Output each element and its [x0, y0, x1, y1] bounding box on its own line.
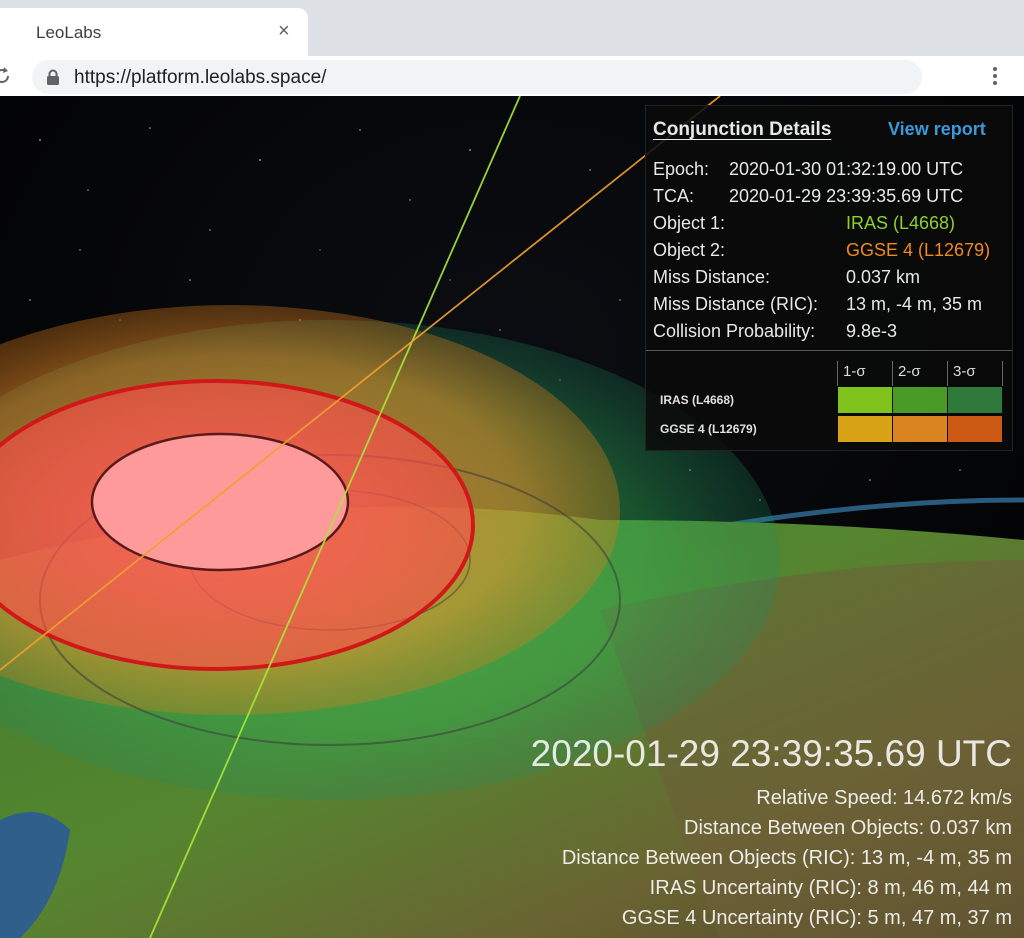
panel-title: Conjunction Details — [653, 119, 832, 140]
url-text: https://platform.leolabs.space/ — [74, 67, 327, 88]
epoch-label: Epoch: — [653, 159, 710, 179]
panel-divider — [646, 350, 1012, 351]
tca-value: 2020-01-29 23:39:35.69 UTC — [729, 186, 964, 206]
sigma-divider — [837, 361, 838, 386]
miss-distance-value: 0.037 km — [846, 267, 921, 287]
iras-uncertainty: IRAS Uncertainty (RIC): 8 m, 46 m, 44 m — [649, 877, 1012, 899]
tca-label: TCA: — [653, 186, 695, 206]
sigma-divider — [947, 361, 948, 386]
sigma-divider — [892, 361, 893, 386]
object1-value: IRAS (L4668) — [846, 213, 956, 233]
view-report-link[interactable]: View report — [888, 119, 986, 140]
sigma-divider — [1002, 361, 1003, 386]
uncertainty-swatch — [838, 387, 892, 413]
uncertainty-swatch — [838, 416, 892, 442]
relative-speed: Relative Speed: 14.672 km/s — [756, 787, 1012, 809]
tab-title: LeoLabs — [36, 23, 102, 42]
object2-value: GGSE 4 (L12679) — [846, 240, 991, 260]
reload-icon[interactable] — [0, 66, 12, 86]
uncertainty-swatch — [948, 387, 1002, 413]
epoch-value: 2020-01-30 01:32:19.00 UTC — [729, 159, 964, 179]
collision-probability-label: Collision Probability: — [653, 321, 816, 341]
browser-tab-strip: LeoLabs × — [0, 0, 1024, 56]
object2-label: Object 2: — [653, 240, 726, 260]
tca-timestamp: 2020-01-29 23:39:35.69 UTC — [530, 733, 1012, 774]
uncertainty-swatch — [893, 416, 947, 442]
distance-between-objects-ric: Distance Between Objects (RIC): 13 m, -4… — [561, 847, 1012, 869]
more-menu-icon[interactable] — [988, 65, 1002, 87]
browser-toolbar: https://platform.leolabs.space/ — [0, 56, 1024, 96]
object1-label: Object 1: — [653, 213, 726, 233]
distance-between-objects: Distance Between Objects: 0.037 km — [684, 817, 1012, 839]
conjunction-details-panel: Conjunction Details View report Epoch: 2… — [645, 105, 1013, 451]
miss-distance-ric-label: Miss Distance (RIC): — [653, 294, 819, 314]
uncertainty-swatch — [893, 387, 947, 413]
miss-distance-label: Miss Distance: — [653, 267, 771, 287]
collision-probability-value: 9.8e-3 — [846, 321, 898, 341]
browser-tab[interactable]: LeoLabs × — [0, 8, 308, 56]
tab-close-icon[interactable]: × — [278, 20, 290, 43]
miss-distance-ric-value: 13 m, -4 m, 35 m — [846, 294, 983, 314]
sigma-header-2: 2-σ — [898, 363, 921, 380]
uncertainty-row-label: GGSE 4 (L12679) — [660, 422, 757, 436]
address-bar[interactable]: https://platform.leolabs.space/ — [32, 60, 922, 94]
uncertainty-row-label: IRAS (L4668) — [660, 393, 735, 407]
sigma-header-1: 1-σ — [843, 363, 866, 380]
lock-icon — [47, 69, 59, 85]
sigma-header-3: 3-σ — [953, 363, 976, 380]
ggse-uncertainty: GGSE 4 Uncertainty (RIC): 5 m, 47 m, 37 … — [621, 907, 1012, 929]
uncertainty-swatch — [948, 416, 1002, 442]
